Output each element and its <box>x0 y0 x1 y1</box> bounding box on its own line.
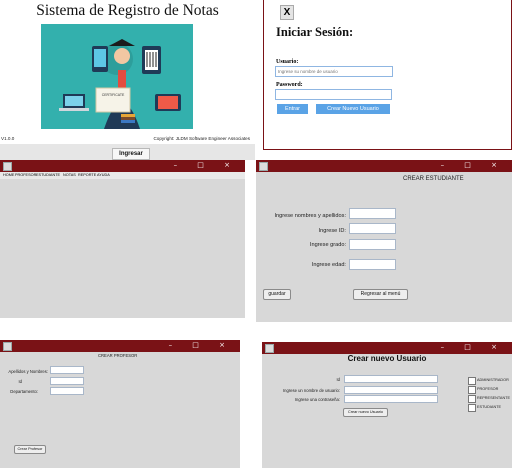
id-label: Ingrese ID: <box>318 228 346 234</box>
apellidos-label: Apellidos y Nombres: <box>8 369 48 374</box>
role-profesor-label: PROFESOR <box>477 387 499 391</box>
usuario-id-input[interactable] <box>344 375 438 383</box>
crear-profesor-button[interactable]: Crear Profesor <box>14 445 46 454</box>
departamento-input[interactable] <box>50 387 84 395</box>
menu-item-ayuda[interactable]: AYUDA <box>97 173 110 177</box>
usuario-id-label: Id <box>336 377 341 382</box>
profesor-title: CREAR PROFESOR <box>98 353 138 358</box>
menu-item-reporte[interactable]: REPORTE <box>78 173 96 177</box>
crear-profesor-window: – □ × CREAR PROFESOR Apellidos y Nombres… <box>0 340 240 468</box>
crear-nuevo-usuario-button[interactable]: Crear Nuevo Usuario <box>316 104 390 114</box>
profesor-id-input[interactable] <box>50 377 84 385</box>
role-administrador-label: ADMINISTRADOR <box>477 378 509 382</box>
app-icon <box>3 342 12 351</box>
window-controls[interactable]: – □ × <box>174 161 239 169</box>
estudiante-title: CREAR ESTUDIANTE <box>403 176 464 182</box>
password-input[interactable] <box>275 89 392 100</box>
role-estudiante-label: ESTUDIANTE <box>477 405 502 409</box>
login-window: X Iniciar Sesión: Usuario: Password: Ent… <box>263 0 512 150</box>
app-icon <box>3 162 12 171</box>
education-illustration: CERTIFICATE <box>41 24 193 129</box>
contrasena-label: Ingrese una contraseña: <box>294 397 340 402</box>
profesor-titlebar: – □ × <box>0 340 240 352</box>
ingresar-button[interactable]: Ingresar <box>112 148 150 160</box>
usuario-title: Crear nuevo Usuario <box>347 354 427 363</box>
login-title: Iniciar Sesión: <box>276 25 354 39</box>
nombres-label: Ingrese nombres y apellidos: <box>274 213 346 219</box>
grado-input[interactable] <box>349 239 396 250</box>
guardar-button[interactable]: guardar <box>263 289 291 300</box>
role-profesor-checkbox[interactable] <box>468 386 476 394</box>
nombres-input[interactable] <box>349 208 396 219</box>
password-label: Password: <box>276 82 303 88</box>
menu-item-estudiante[interactable]: ESTUDIANTE <box>36 173 60 177</box>
app-icon <box>259 162 268 171</box>
splash-window: Sistema de Registro de Notas CERTIFICATE <box>0 0 255 160</box>
version-label: V1.0.0 <box>1 136 15 141</box>
id-input[interactable] <box>349 223 396 234</box>
usuario-label: Usuario: <box>276 59 299 65</box>
grado-label: Ingrese grado: <box>309 242 346 248</box>
role-estudiante-checkbox[interactable] <box>468 404 476 412</box>
usuario-titlebar: – □ × <box>262 342 512 354</box>
profesor-id-label: Id <box>18 379 23 384</box>
menu-item-notas[interactable]: NOTAS <box>63 173 76 177</box>
entrar-button[interactable]: Entrar <box>277 104 308 114</box>
role-administrador-checkbox[interactable] <box>468 377 476 385</box>
menu-item-profesor[interactable]: PROFESOR <box>15 173 36 177</box>
main-menu-window: – □ × HOME PROFESOR ESTUDIANTE NOTAS REP… <box>0 160 245 318</box>
menu-item-home[interactable]: HOME <box>3 173 14 177</box>
crear-nuevo-usuario-submit[interactable]: Crear nuevo Usuario <box>343 408 388 417</box>
crear-estudiante-window: – □ × CREAR ESTUDIANTE Ingrese nombres y… <box>256 160 512 322</box>
departamento-label: Departamento: <box>10 389 38 394</box>
app-icon <box>265 344 274 353</box>
window-controls[interactable]: – □ × <box>169 341 234 349</box>
estudiante-titlebar: – □ × <box>256 160 512 172</box>
role-representante-label: REPRESENTANTE <box>477 396 511 400</box>
regresar-menu-button[interactable]: Regresar al menú <box>353 289 408 300</box>
nombre-usuario-label: Ingrese un nombre de usuario: <box>282 388 340 393</box>
crear-usuario-window: – □ × Crear nuevo Usuario Id Ingrese un … <box>262 342 512 468</box>
certificate-text: CERTIFICATE <box>102 93 125 97</box>
role-representante-checkbox[interactable] <box>468 395 476 403</box>
usuario-input[interactable] <box>275 66 393 77</box>
nombre-usuario-input[interactable] <box>344 386 438 394</box>
login-close-button[interactable]: X <box>280 5 294 20</box>
window-controls[interactable]: – □ × <box>441 343 506 351</box>
edad-label: Ingrese edad: <box>311 262 346 268</box>
splash-title: Sistema de Registro de Notas <box>36 2 219 19</box>
contrasena-input[interactable] <box>344 395 438 403</box>
window-controls[interactable]: – □ × <box>441 161 506 169</box>
main-titlebar: – □ × <box>0 160 245 172</box>
copyright-label: Copyright: JLDM Software Engineer Associ… <box>153 136 250 141</box>
edad-input[interactable] <box>349 259 396 270</box>
apellidos-input[interactable] <box>50 366 84 374</box>
